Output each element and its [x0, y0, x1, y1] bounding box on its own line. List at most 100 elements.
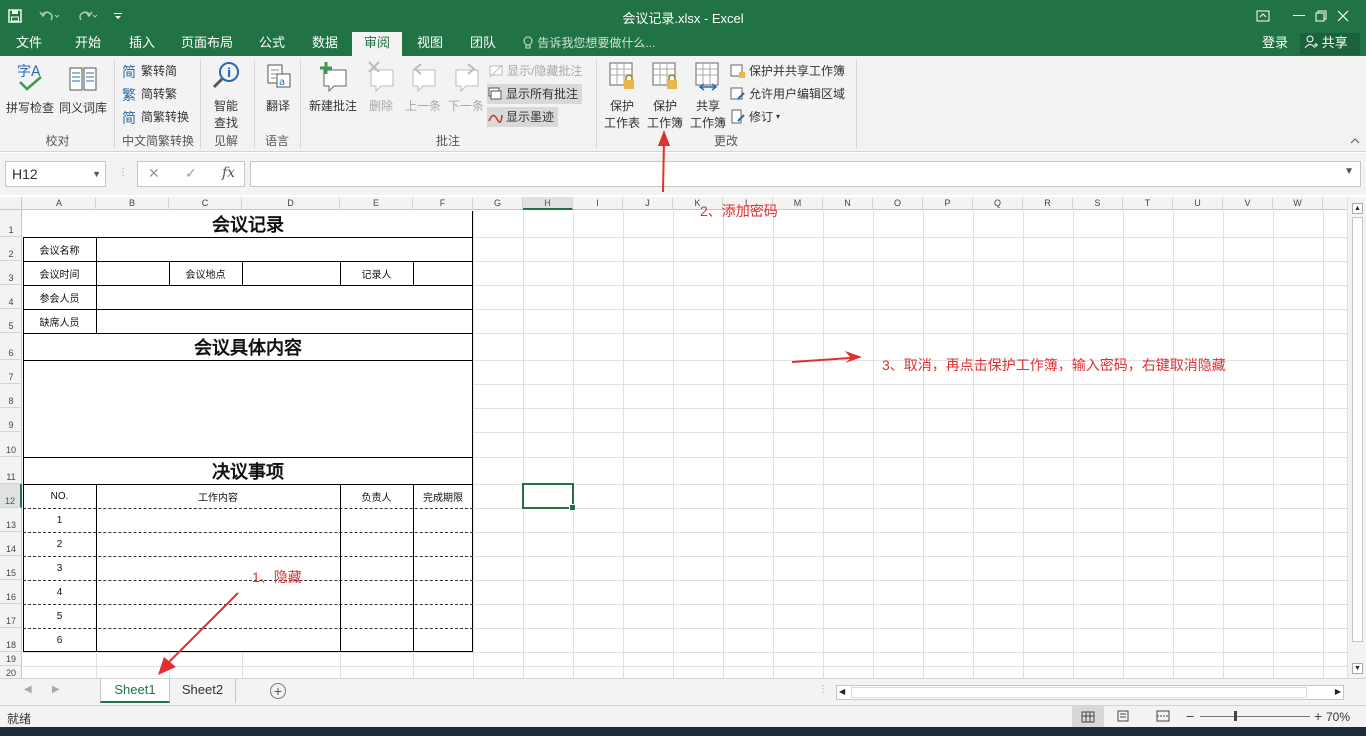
row-header-3[interactable]: 3 [0, 261, 22, 285]
column-header-p[interactable]: P [923, 197, 973, 210]
vertical-scrollbar[interactable]: ▲ ▼ [1347, 197, 1366, 678]
sheet-tab-sheet2[interactable]: Sheet2 [170, 679, 236, 703]
column-header-b[interactable]: B [96, 197, 169, 210]
column-header-c[interactable]: C [169, 197, 242, 210]
zoom-out-icon[interactable]: − [1186, 708, 1194, 724]
worksheet-grid[interactable]: A B C D E F G H I J K L M N O P Q R S T … [0, 197, 1347, 678]
track-changes-button[interactable]: 修订 ▾ [730, 107, 780, 127]
normal-view-icon[interactable] [1072, 706, 1104, 727]
row-header-6[interactable]: 6 [0, 333, 22, 360]
new-comment-button[interactable]: 新建批注 [306, 60, 360, 114]
show-all-comments-button[interactable]: 显示所有批注 [487, 84, 583, 104]
column-header-r[interactable]: R [1023, 197, 1073, 210]
tab-data[interactable]: 数据 [300, 32, 350, 56]
next-comment-button[interactable]: 下一条 [445, 60, 487, 114]
active-cell-h12[interactable] [522, 483, 576, 511]
column-header-a[interactable]: A [23, 197, 96, 210]
protect-and-share-button[interactable]: 保护并共享工作簿 [730, 61, 845, 81]
show-ink-button[interactable]: 显示墨迹 [487, 107, 559, 127]
column-header-o[interactable]: O [873, 197, 923, 210]
row-header-7[interactable]: 7 [0, 360, 22, 384]
row-header-15[interactable]: 15 [0, 556, 22, 580]
column-header-f[interactable]: F [413, 197, 473, 210]
column-header-v[interactable]: V [1223, 197, 1273, 210]
close-icon[interactable] [1320, 0, 1366, 32]
column-header-h[interactable]: H [523, 197, 573, 210]
column-header-q[interactable]: Q [973, 197, 1023, 210]
row-header-19[interactable]: 19 [0, 652, 22, 666]
allow-edit-ranges-button[interactable]: 允许用户编辑区域 [730, 84, 845, 104]
column-header-partial[interactable] [1323, 197, 1347, 210]
tab-view[interactable]: 视图 [405, 32, 455, 56]
row-header-16[interactable]: 16 [0, 580, 22, 604]
spell-check-button[interactable]: 字A 拼写检查 [5, 60, 55, 116]
previous-comment-button[interactable]: 上一条 [402, 60, 444, 114]
enter-icon[interactable]: ✓ [185, 165, 197, 182]
column-header-u[interactable]: U [1173, 197, 1223, 210]
page-layout-view-icon[interactable] [1116, 710, 1130, 725]
column-header-n[interactable]: N [823, 197, 873, 210]
tab-team[interactable]: 团队 [458, 32, 508, 56]
column-header-g[interactable]: G [473, 197, 523, 210]
zoom-in-icon[interactable]: + [1314, 708, 1322, 724]
add-sheet-icon[interactable]: + [270, 683, 286, 699]
collapse-ribbon-icon[interactable] [1350, 134, 1360, 148]
tab-formulas[interactable]: 公式 [247, 32, 297, 56]
convert-button[interactable]: 简 简繁转换 [122, 107, 189, 127]
translate-button[interactable]: a 翻译 [258, 60, 298, 114]
row-header-18[interactable]: 18 [0, 628, 22, 652]
previous-sheet-icon[interactable]: ◀ [24, 684, 32, 695]
tab-insert[interactable]: 插入 [117, 32, 167, 56]
delete-comment-button[interactable]: 删除 [362, 60, 400, 114]
thesaurus-button[interactable]: 同义词库 [58, 60, 108, 116]
column-header-j[interactable]: J [623, 197, 673, 210]
login-link[interactable]: 登录 [1262, 32, 1288, 54]
chevron-down-icon[interactable]: ▼ [92, 162, 101, 186]
column-header-m[interactable]: M [773, 197, 823, 210]
tab-home[interactable]: 开始 [63, 32, 113, 56]
page-break-view-icon[interactable] [1156, 710, 1170, 725]
scroll-thumb[interactable] [1352, 217, 1363, 642]
row-header-20[interactable]: 20 [0, 666, 22, 678]
horizontal-scrollbar[interactable]: ◀ ▶ [836, 685, 1344, 700]
tab-page-layout[interactable]: 页面布局 [169, 32, 245, 56]
select-all-corner[interactable] [0, 197, 22, 210]
formula-input[interactable]: ▼ [250, 161, 1361, 187]
row-header-8[interactable]: 8 [0, 384, 22, 408]
row-header-12[interactable]: 12 [0, 484, 22, 508]
column-header-i[interactable]: I [573, 197, 623, 210]
to-simplified-button[interactable]: 简 繁转简 [122, 61, 177, 81]
column-header-d[interactable]: D [242, 197, 340, 210]
tab-split-handle[interactable]: ⋮ [818, 684, 828, 695]
row-header-4[interactable]: 4 [0, 285, 22, 309]
row-header-11[interactable]: 11 [0, 457, 22, 484]
tell-me-search[interactable]: 告诉我您想要做什么... [522, 32, 655, 56]
cell-area[interactable]: 会议记录 会议名称 会议时间 会议地点 记录人 参会人员 缺席人员 会议具体内容… [23, 211, 1347, 678]
row-header-1[interactable]: 1 [0, 210, 22, 237]
expand-formula-icon[interactable]: ▼ [1344, 166, 1354, 177]
horizontal-scroll-thumb[interactable] [851, 687, 1307, 698]
row-header-2[interactable]: 2 [0, 237, 22, 261]
row-header-14[interactable]: 14 [0, 532, 22, 556]
row-header-13[interactable]: 13 [0, 508, 22, 532]
sheet-tab-sheet1[interactable]: Sheet1 [100, 679, 170, 703]
protect-workbook-button[interactable]: 保护 工作簿 [644, 60, 686, 131]
show-hide-comment-button[interactable]: 显示/隐藏批注 [488, 61, 582, 81]
zoom-level[interactable]: 70% [1326, 710, 1350, 724]
tab-file[interactable]: 文件 [4, 32, 54, 56]
column-header-w[interactable]: W [1273, 197, 1323, 210]
scroll-down-icon[interactable]: ▼ [1352, 663, 1363, 674]
zoom-slider-thumb[interactable] [1234, 711, 1237, 721]
to-traditional-button[interactable]: 繁 简转繁 [122, 84, 177, 104]
scroll-right-icon[interactable]: ▶ [1335, 687, 1341, 696]
share-workbook-button[interactable]: 共享 工作簿 [687, 60, 729, 131]
column-header-t[interactable]: T [1123, 197, 1173, 210]
row-header-5[interactable]: 5 [0, 309, 22, 333]
scroll-up-icon[interactable]: ▲ [1352, 203, 1363, 214]
column-header-e[interactable]: E [340, 197, 413, 210]
column-header-s[interactable]: S [1073, 197, 1123, 210]
smart-lookup-button[interactable]: i 智能 查找 [205, 60, 247, 131]
protect-sheet-button[interactable]: 保护 工作表 [601, 60, 643, 131]
share-button[interactable]: 共享 [1300, 33, 1360, 55]
zoom-slider[interactable] [1200, 711, 1310, 721]
